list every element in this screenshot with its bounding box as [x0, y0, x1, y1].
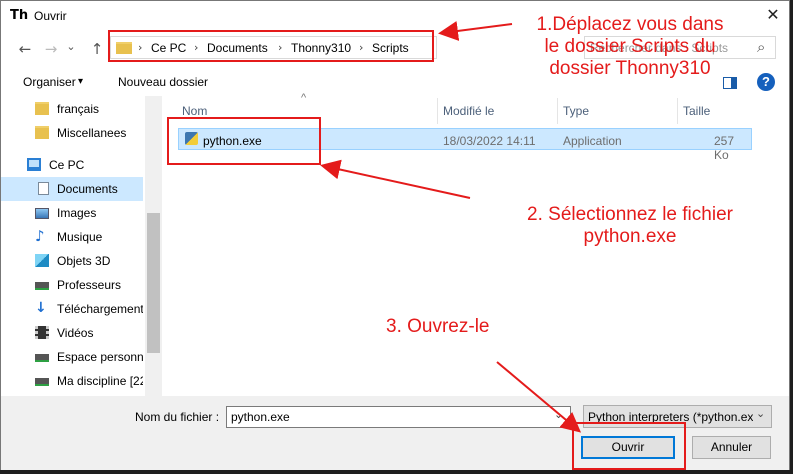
column-divider[interactable] [677, 98, 678, 124]
recent-locations-chevron-icon[interactable]: ⌄ [64, 37, 78, 57]
column-divider[interactable] [437, 98, 438, 124]
sidebar-item-label: Téléchargements [57, 302, 143, 316]
annotation-step2-line: python.exe [583, 226, 677, 247]
annotation-step2: 2. Sélectionnez le fichier python.exe [500, 204, 760, 248]
sidebar-item-ma-discipline[interactable]: Ma discipline [22 [1, 369, 143, 393]
column-header-type[interactable]: Type [563, 104, 589, 118]
sidebar-item-objets-3d[interactable]: Objets 3D [1, 249, 143, 273]
annotation-step1: 1.Déplacez vous dans le dossier Scripts … [500, 14, 760, 80]
annotation-step3: 3. Ouvrez-le [386, 316, 490, 337]
sidebar-item-professeurs[interactable]: Professeurs [1, 273, 143, 297]
sidebar-item-label: Professeurs [57, 278, 122, 292]
filename-value: python.exe [231, 410, 290, 424]
back-arrow-icon[interactable]: ← [15, 39, 35, 59]
file-size: 257 Ko [714, 134, 735, 162]
column-header-modified[interactable]: Modifié le [443, 104, 494, 118]
sidebar-item-label: Documents [57, 182, 118, 196]
videos-icon [35, 326, 49, 339]
sidebar-item-label: Miscellanees [57, 126, 127, 140]
sidebar-item-label: Ce PC [49, 158, 85, 172]
download-icon: ↓ [35, 300, 47, 316]
sidebar-item-francais[interactable]: français [1, 97, 143, 121]
sidebar-item-videos[interactable]: Vidéos [1, 321, 143, 345]
cancel-button[interactable]: Annuler [692, 436, 771, 459]
network-drive-icon [35, 378, 49, 386]
sidebar-item-label: Vidéos [57, 326, 94, 340]
new-folder-button[interactable]: Nouveau dossier [118, 75, 208, 89]
sidebar-item-musique[interactable]: ♪ Musique [1, 225, 143, 249]
sidebar-item-telechargements[interactable]: ↓ Téléchargements [1, 297, 143, 321]
file-modified: 18/03/2022 14:11 [443, 134, 536, 148]
sidebar-item-label: Images [57, 206, 97, 220]
annotation-box-open [572, 422, 686, 470]
sidebar-scrollbar-thumb[interactable] [147, 213, 160, 353]
annotation-step1-line: dossier Thonny310 [549, 58, 711, 79]
file-type: Application [563, 134, 622, 148]
sidebar-item-images[interactable]: Images [1, 201, 143, 225]
window-title: Ouvrir [34, 9, 67, 23]
3d-objects-icon [35, 254, 49, 267]
annotation-box-address [108, 30, 434, 62]
sidebar-item-label: Espace personnel [57, 350, 143, 364]
annotation-step1-line: 1.Déplacez vous dans [536, 14, 724, 35]
folder-icon [35, 126, 49, 139]
sidebar-item-miscellanees[interactable]: Miscellanees [1, 121, 143, 145]
pictures-icon [35, 208, 49, 219]
sidebar-item-ce-pc[interactable]: Ce PC [1, 153, 143, 177]
sidebar-item-documents[interactable]: Documents [1, 177, 143, 201]
close-icon[interactable]: ✕ [761, 5, 785, 27]
network-drive-icon [35, 282, 49, 290]
forward-arrow-icon[interactable]: → [41, 39, 61, 59]
annotation-step1-line: le dossier Scripts du [544, 36, 716, 57]
organize-caret-icon[interactable]: ▾ [78, 76, 83, 87]
sort-caret-icon: ^ [301, 92, 307, 104]
sidebar-item-label: Musique [57, 230, 103, 244]
sidebar-item-espace-personnel[interactable]: Espace personnel [1, 345, 143, 369]
annotation-box-file [167, 117, 321, 165]
column-divider[interactable] [557, 98, 558, 124]
sidebar-item-label: français [57, 102, 100, 116]
up-arrow-icon[interactable]: ↑ [87, 39, 107, 59]
thonny-app-icon: Th [10, 8, 29, 23]
documents-icon [38, 182, 49, 195]
chevron-down-icon[interactable]: ⌄ [554, 408, 563, 421]
annotation-step2-line: 2. Sélectionnez le fichier [527, 204, 733, 225]
column-header-size[interactable]: Taille [683, 104, 710, 118]
filename-label: Nom du fichier : [135, 410, 220, 424]
filename-input[interactable]: python.exe ⌄ [226, 406, 571, 428]
sidebar-item-label: Objets 3D [57, 254, 111, 268]
chevron-down-icon[interactable]: ⌄ [756, 407, 765, 420]
network-drive-icon [35, 354, 49, 362]
sidebar-item-label: Ma discipline [22 [57, 374, 143, 388]
computer-icon [27, 158, 41, 171]
music-icon: ♪ [35, 227, 45, 245]
column-header-name[interactable]: Nom [182, 104, 207, 118]
folder-icon [35, 102, 49, 115]
organize-button[interactable]: Organiser [23, 75, 76, 89]
